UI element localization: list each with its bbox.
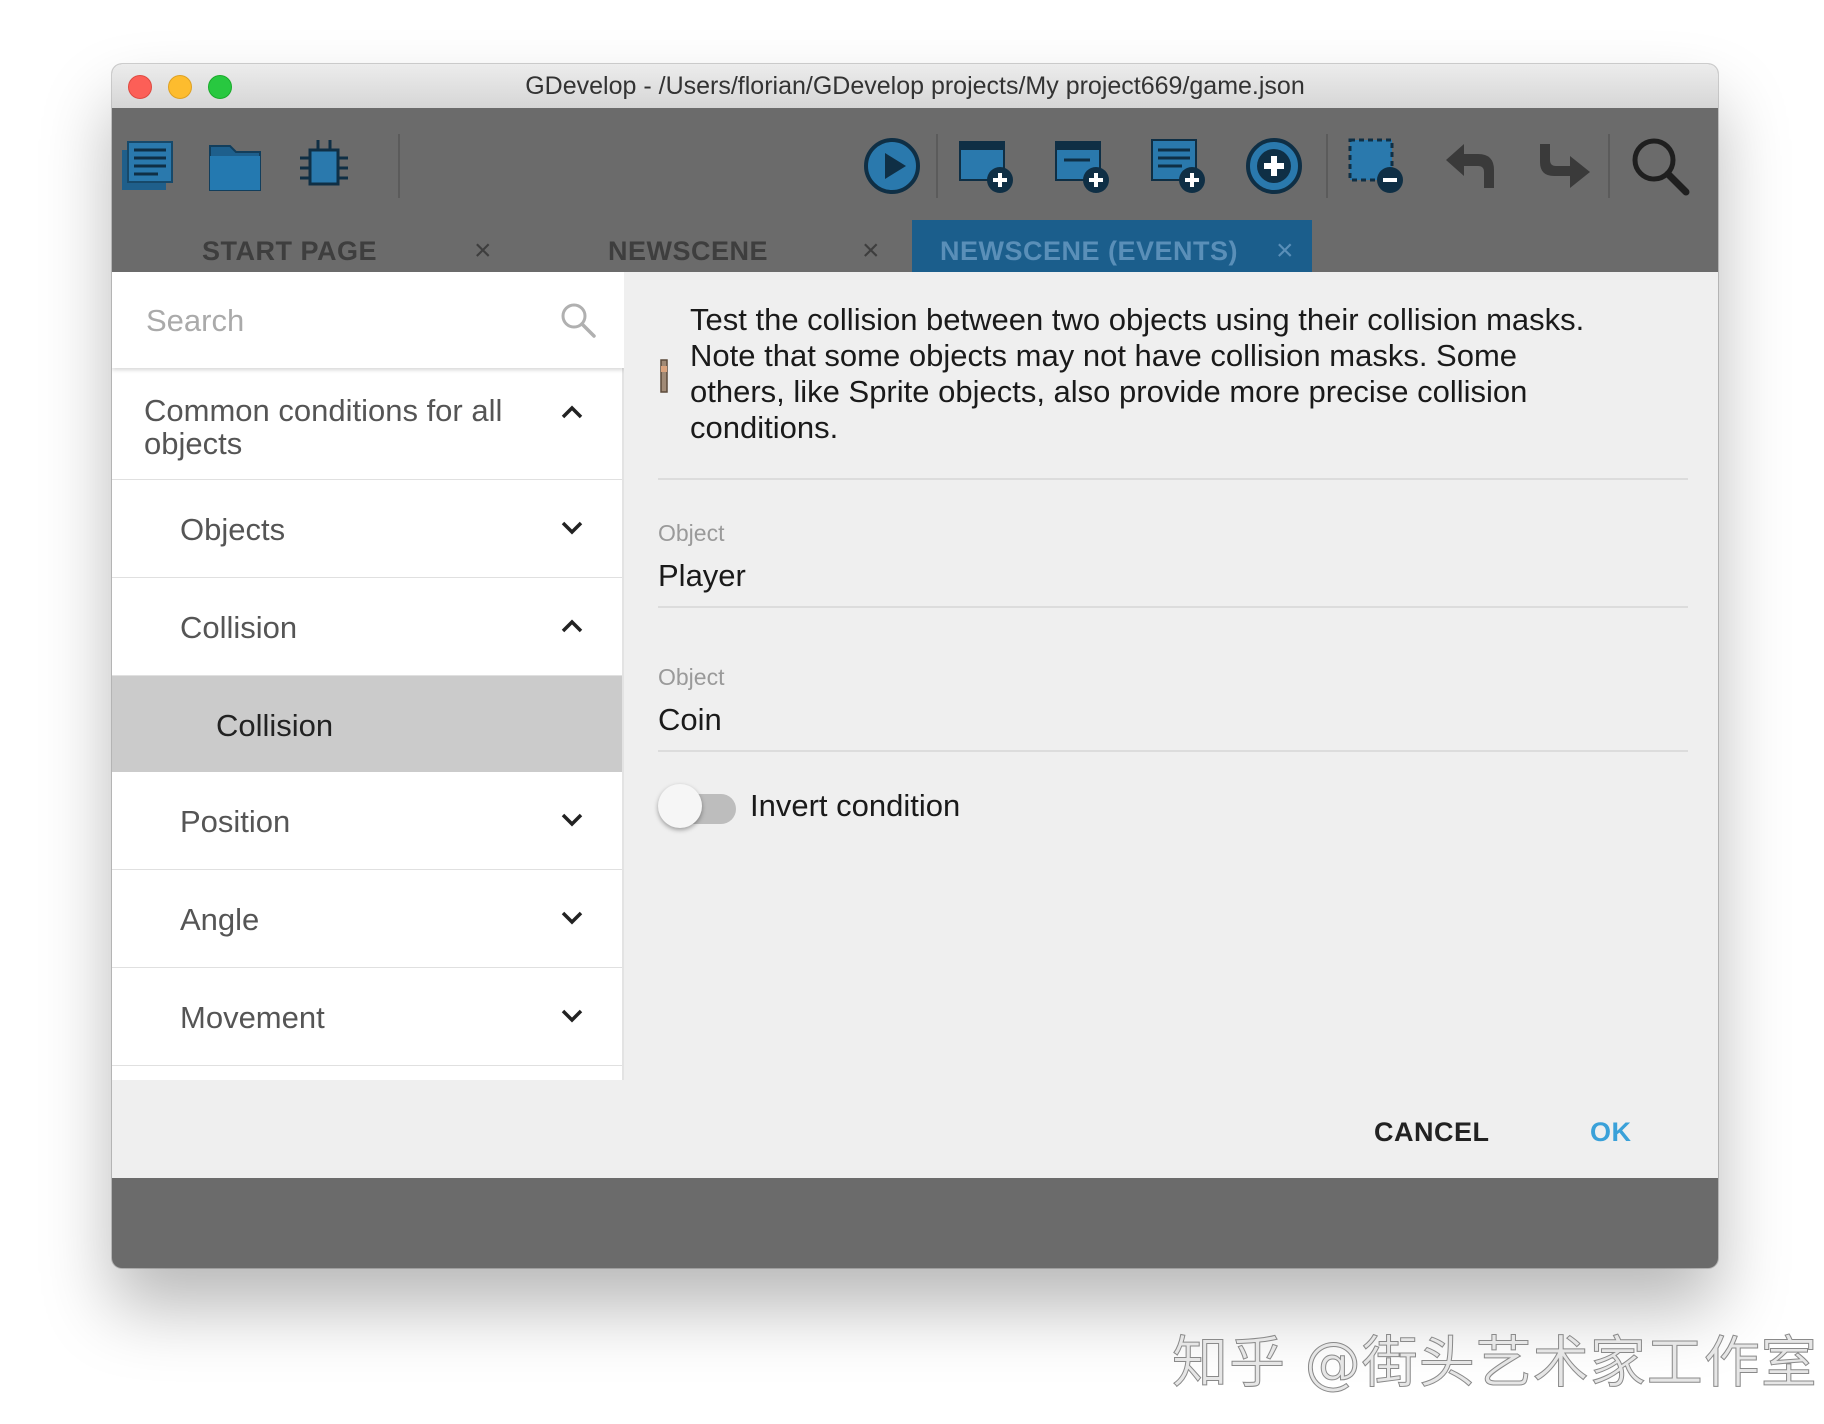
chevron-down-icon [561,813,583,827]
divider [658,478,1688,480]
list-item-position[interactable]: Position [112,772,624,870]
object-1-field[interactable]: Player [658,558,746,594]
field-underline [658,606,1688,608]
add-external-layout-icon[interactable] [1146,134,1210,198]
object-2-label: Object [658,664,725,690]
list-item-label: Collision [216,708,334,743]
object-2-field[interactable]: Coin [658,702,722,738]
search-icon[interactable] [558,300,598,340]
sprite-object-icon [660,359,668,393]
toolbar-separator [398,134,400,198]
cancel-button[interactable]: CANCEL [1374,1102,1490,1162]
list-item-label: Position [180,804,291,839]
chevron-down-icon [561,521,583,535]
chevron-up-icon [561,405,583,419]
watermark-text: 知乎 @街头艺术家工作室 [1172,1331,1818,1397]
toolbar [112,108,1718,220]
list-item-label: Collision [180,610,298,645]
conditions-list-panel: Common conditions for all objects Object… [112,272,624,1080]
open-project-icon[interactable] [202,134,266,198]
search-input[interactable] [144,296,548,346]
condition-editor-dialog: Common conditions for all objects Object… [112,272,1718,1178]
add-external-events-icon[interactable] [1050,134,1114,198]
list-item-objects[interactable]: Objects [112,480,624,578]
object-1-label: Object [658,520,725,546]
list-item-angle[interactable]: Angle [112,870,624,968]
list-item-label: Objects [180,512,286,547]
add-scene-icon[interactable] [954,134,1018,198]
tab-bar: START PAGE × NEWSCENE × NEWSCENE (EVENTS… [112,220,1718,272]
toolbar-separator [1608,134,1610,198]
field-underline [658,750,1688,752]
preview-play-icon[interactable] [860,134,924,198]
delete-selection-icon[interactable] [1344,134,1408,198]
list-item-movement[interactable]: Movement [112,968,624,1066]
undo-icon[interactable] [1438,134,1502,198]
search-bar [112,272,624,368]
tab-newscene[interactable]: NEWSCENE × [532,220,908,272]
title-bar: GDevelop - /Users/florian/GDevelop proje… [112,64,1718,109]
search-events-icon[interactable] [1628,134,1692,198]
project-manager-icon[interactable] [112,134,176,198]
list-item-collision-condition[interactable]: Collision [112,676,624,772]
list-item-label: Angle [180,902,260,937]
toggle-thumb[interactable] [658,784,702,828]
invert-condition-label: Invert condition [750,788,961,823]
chevron-down-icon [561,911,583,925]
tab-newscene-events[interactable]: NEWSCENE (EVENTS) × [912,220,1312,272]
redo-icon[interactable] [1532,134,1596,198]
window-title: GDevelop - /Users/florian/GDevelop proje… [525,72,1305,100]
list-item-collision-group[interactable]: Collision [112,578,624,676]
chevron-up-icon [561,619,583,633]
list-group-label: Common conditions for all objects [144,393,503,461]
tab-start-page[interactable]: START PAGE × [112,220,532,272]
condition-details-panel: Test the collision between two objects u… [658,272,1688,1080]
toolbar-separator [1326,134,1328,198]
add-event-icon[interactable] [1242,134,1306,198]
debugger-icon[interactable] [292,134,356,198]
list-group-common-conditions[interactable]: Common conditions for all objects [112,368,624,480]
list-item-label: Movement [180,1000,325,1035]
app-window: GDevelop - /Users/florian/GDevelop proje… [112,64,1718,1268]
toolbar-separator [936,134,938,198]
ok-button[interactable]: OK [1590,1102,1632,1162]
condition-description: Test the collision between two objects u… [690,302,1585,445]
chevron-down-icon [561,1009,583,1023]
